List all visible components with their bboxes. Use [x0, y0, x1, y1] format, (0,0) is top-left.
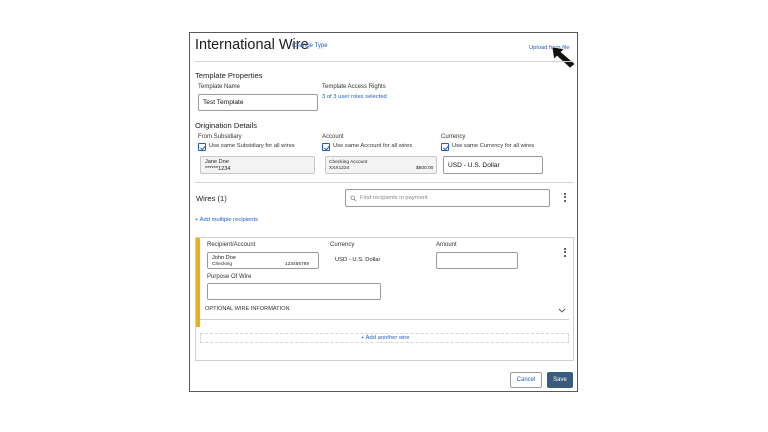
recipient-name: John Doe [212, 255, 236, 261]
wires-heading: Wires (1) [196, 194, 227, 203]
account-number: XXX1234 [329, 166, 350, 171]
template-properties-heading: Template Properties [195, 71, 263, 80]
account-label: Account [322, 134, 344, 140]
checkmark-icon [200, 145, 206, 151]
cancel-button[interactable]: Cancel [510, 372, 542, 388]
amount-label: Amount [436, 242, 457, 248]
add-another-wire-area[interactable]: + Add another wire [200, 333, 569, 343]
same-subsidiary-label: Use same Subsidiary for all wires [209, 143, 295, 149]
subsidiary-select[interactable]: Jane Doe ******1234 [200, 156, 315, 174]
subsidiary-number: ******1234 [205, 166, 231, 172]
wire-currency-value[interactable]: USD - U.S. Dollar [335, 257, 380, 263]
from-subsidiary-label: From Subsidiary [198, 134, 242, 140]
change-type-link[interactable]: Change Type [292, 43, 328, 49]
optional-wire-info-toggle[interactable]: OPTIONAL WIRE INFORMATION [205, 306, 290, 312]
template-access-label: Template Access Rights [322, 84, 386, 90]
subsidiary-name: Jane Doe [205, 159, 229, 165]
international-wire-panel: International Wire Change Type Upload fr… [189, 32, 578, 392]
same-account-checkbox[interactable] [322, 143, 330, 151]
same-account-label: Use same Account for all wires [333, 143, 413, 149]
wire-more-options-icon[interactable] [563, 247, 567, 259]
origination-divider [195, 182, 574, 183]
optional-divider [200, 319, 569, 320]
wire-card-accent [196, 238, 200, 327]
find-recipients-search[interactable]: Find recipients in payment [345, 189, 550, 207]
currency-value: USD - U.S. Dollar [448, 162, 500, 169]
same-currency-checkbox[interactable] [441, 143, 449, 151]
wire-currency-label: Currency [330, 242, 355, 248]
checkmark-icon [324, 145, 330, 151]
wires-more-options-icon[interactable] [563, 192, 567, 204]
recipient-account-select[interactable]: John Doe Checking 123456789 [207, 252, 319, 269]
same-subsidiary-checkbox[interactable] [198, 143, 206, 151]
header-divider [195, 61, 574, 62]
same-currency-label: Use same Currency for all wires [452, 143, 535, 149]
template-name-label: Template Name [198, 84, 241, 90]
account-type: Checking Account [329, 160, 368, 165]
user-roles-link[interactable]: 3 of 3 user roles selected [322, 94, 387, 100]
origination-details-heading: Origination Details [195, 121, 258, 130]
currency-select[interactable]: USD - U.S. Dollar [443, 156, 543, 174]
save-button[interactable]: Save [547, 372, 573, 388]
purpose-label: Purpose Of Wire [207, 274, 252, 280]
chevron-down-icon[interactable] [558, 308, 566, 314]
account-balance: $500.00 [416, 166, 434, 171]
currency-label: Currency [441, 134, 466, 140]
search-icon [350, 195, 357, 202]
mouse-cursor-icon [551, 46, 576, 69]
template-name-value: Test Template [203, 99, 244, 106]
add-multiple-recipients-link[interactable]: + Add multiple recipients [195, 217, 258, 223]
recipient-account-label: Recipient/Account [207, 242, 256, 248]
recipient-account-number: 123456789 [285, 262, 310, 267]
template-name-input[interactable]: Test Template [198, 94, 318, 111]
checkmark-icon [443, 145, 449, 151]
wire-card: Recipient/Account John Doe Checking 1234… [195, 237, 574, 361]
recipient-account-type: Checking [212, 262, 232, 267]
account-select[interactable]: Checking Account XXX1234 $500.00 [325, 156, 437, 174]
add-another-wire-link[interactable]: + Add another wire [361, 335, 410, 341]
search-placeholder: Find recipients in payment [360, 195, 428, 201]
amount-input[interactable] [436, 252, 518, 269]
purpose-input[interactable] [207, 283, 381, 300]
